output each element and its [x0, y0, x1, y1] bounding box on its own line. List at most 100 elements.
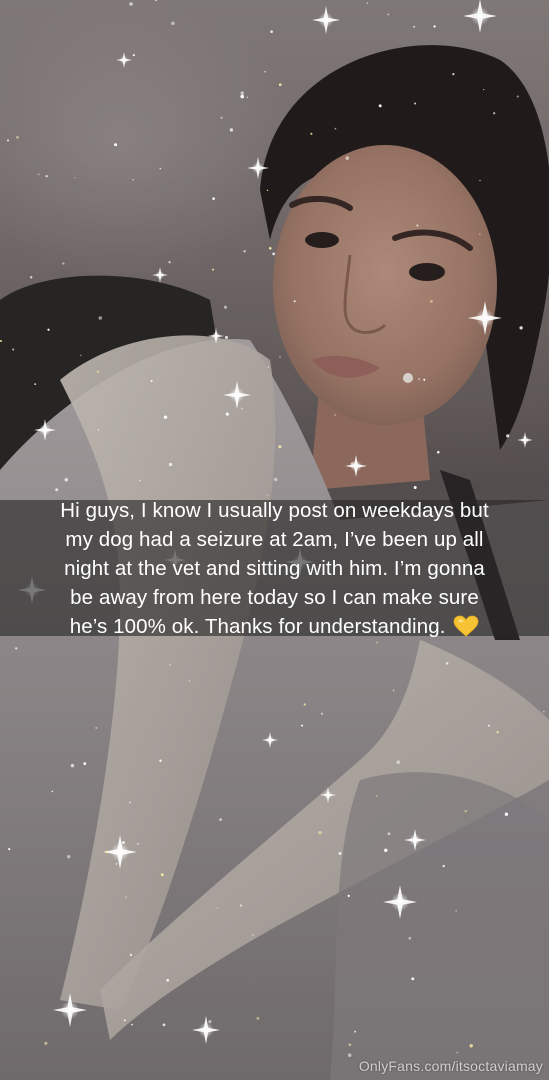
- sparkle-dot: [252, 934, 254, 936]
- sparkle-glow: [323, 790, 333, 800]
- sparkle-dot: [212, 268, 215, 271]
- sparkle-dot: [347, 1053, 352, 1057]
- sparkle-dot: [67, 855, 71, 859]
- sparkle-dot: [334, 414, 336, 416]
- sparkle-dot: [452, 73, 455, 76]
- sparkle-dot: [543, 710, 545, 713]
- sparkle-dot: [115, 863, 118, 865]
- sparkle-dot: [272, 252, 276, 256]
- sparkle-dot: [278, 445, 282, 449]
- sparkle-dot: [392, 689, 395, 692]
- sparkle-dot: [320, 712, 324, 715]
- sparkle-dot: [387, 832, 391, 836]
- caption-line-5-wrapper: he’s 100% ok. Thanks for understanding.: [15, 612, 535, 641]
- sparkle-dot: [455, 909, 457, 912]
- sparkle-dot: [445, 662, 449, 665]
- caption-text: Hi guys, I know I usually post on weekda…: [15, 496, 535, 641]
- sparkle-dot: [114, 143, 118, 147]
- sparkle-dot: [123, 1019, 126, 1022]
- sparkle-dot: [159, 759, 162, 763]
- sparkle-dot: [504, 812, 509, 816]
- sparkle-dot: [224, 335, 229, 339]
- sparkle-dot: [442, 864, 445, 868]
- sparkle-dot: [188, 680, 191, 682]
- sparkle-dot: [493, 112, 496, 115]
- sparkle-dot: [162, 1023, 166, 1027]
- sparkle-dot: [44, 1041, 48, 1045]
- sparkle-dot: [12, 348, 15, 351]
- sparkle-dot: [122, 841, 125, 844]
- sparkle-dot: [132, 54, 135, 57]
- sparkle-dot: [348, 1043, 352, 1047]
- sparkle-dot: [464, 809, 467, 813]
- sparkle-dot: [223, 305, 228, 309]
- sparkle-dot: [241, 407, 243, 410]
- sparkle-glow: [520, 435, 530, 445]
- sparkle-dot: [34, 383, 37, 385]
- sparkle-dot: [169, 664, 171, 666]
- sparkle-dot: [171, 21, 175, 26]
- sparkle-dot: [354, 1030, 357, 1033]
- sparkle-dot: [30, 276, 33, 279]
- sparkle-dot: [266, 189, 269, 191]
- sparkle-dot: [0, 340, 2, 342]
- sparkle-dot: [274, 477, 278, 482]
- sparkle-dot: [220, 116, 223, 119]
- sparkle-dot: [80, 354, 82, 357]
- sparkle-glow: [408, 833, 422, 847]
- sparkle-dot: [168, 260, 171, 264]
- sparkle-dot: [51, 790, 54, 793]
- sparkle-dot: [150, 379, 153, 382]
- sparkle-dot: [366, 2, 369, 4]
- sparkle-glow: [390, 892, 410, 912]
- sparkle-dot: [496, 730, 499, 734]
- caption-line-4: be away from here today so I can make su…: [70, 585, 479, 609]
- sparkle-dot: [387, 13, 390, 16]
- sparkle-dot: [456, 1051, 459, 1054]
- sparkle-dot: [487, 724, 491, 727]
- sparkle-dot: [479, 179, 481, 182]
- sparkle-dot: [347, 894, 350, 898]
- sparkle-glow: [229, 387, 245, 403]
- sparkle-glow: [198, 1022, 214, 1038]
- sparkle-dot: [246, 96, 248, 99]
- sparkle-dot: [408, 936, 412, 940]
- sparkle-dot: [243, 249, 246, 253]
- sparkle-glow: [211, 331, 221, 341]
- sparkle-dot: [74, 177, 76, 179]
- sparkle-dot: [384, 848, 388, 852]
- sparkle-glow: [318, 12, 334, 28]
- sparkle-dot: [267, 366, 269, 368]
- sparkle-dot: [131, 1023, 133, 1026]
- sparkle-dot: [396, 760, 400, 764]
- sparkle-dot: [137, 842, 139, 845]
- sparkle-glow: [155, 270, 165, 280]
- sparkle-dot: [97, 428, 100, 431]
- sparkle-dot: [7, 139, 9, 142]
- sparkle-dot: [129, 953, 133, 957]
- yellow-heart-icon: [453, 615, 479, 637]
- sparkle-dot: [62, 262, 65, 265]
- sparkle-glow: [38, 423, 52, 437]
- sparkle-dot: [166, 978, 170, 982]
- sparkle-dot: [132, 178, 134, 181]
- sparkle-glow: [251, 161, 265, 175]
- sparkle-dot: [208, 1020, 212, 1024]
- sparkle-dot: [256, 1016, 260, 1020]
- sparkle-dot: [240, 94, 244, 99]
- sparkle-dot: [47, 328, 50, 331]
- sparkle-dot: [414, 102, 417, 105]
- sparkle-dot: [16, 135, 19, 139]
- watermark-text: OnlyFans.com/itsoctaviamay: [358, 1058, 543, 1074]
- sparkle-dot: [125, 896, 127, 898]
- sparkle-dot: [138, 479, 141, 482]
- sparkle-dot: [264, 71, 266, 73]
- sparkle-glow: [110, 842, 130, 862]
- sparkle-dot: [411, 977, 415, 981]
- sparkle-dot: [279, 356, 281, 358]
- sparkle-dot: [95, 726, 98, 729]
- sparkle-dot: [98, 316, 103, 320]
- sparkle-dot: [45, 175, 48, 178]
- caption-line-3: night at the vet and sitting with him. I…: [64, 556, 485, 580]
- sparkle-dot: [37, 173, 40, 176]
